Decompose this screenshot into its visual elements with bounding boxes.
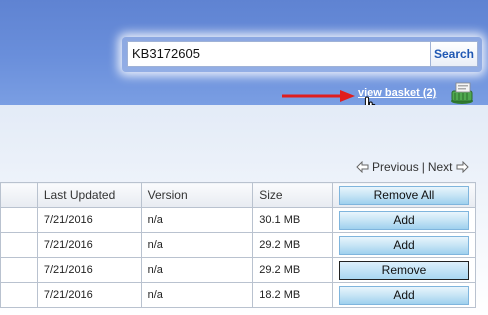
last-updated-cell: 7/21/2016	[36, 257, 142, 283]
next-arrow-icon[interactable]	[456, 161, 469, 173]
pagination: Previous | Next	[356, 159, 469, 175]
title-cell	[0, 207, 38, 233]
action-cell: Add	[332, 207, 476, 233]
action-cell: Add	[332, 282, 476, 308]
add-button[interactable]: Add	[339, 210, 469, 230]
size-cell: 30.1 MB	[252, 207, 333, 233]
column-header-title	[0, 182, 38, 208]
action-cell: Remove	[332, 257, 476, 283]
title-cell	[0, 282, 38, 308]
column-header-last-updated[interactable]: Last Updated	[36, 182, 142, 208]
next-link[interactable]: Next	[428, 160, 453, 174]
title-cell	[0, 257, 38, 283]
size-cell: 18.2 MB	[252, 282, 333, 308]
add-button[interactable]: Add	[339, 285, 469, 305]
previous-arrow-icon[interactable]	[356, 161, 369, 173]
size-cell: 29.2 MB	[252, 232, 333, 258]
version-cell: n/a	[140, 232, 254, 258]
remove-button[interactable]: Remove	[339, 260, 469, 280]
table-row: 7/21/2016 n/a 18.2 MB Add	[0, 282, 476, 308]
annotation-arrow-icon	[282, 90, 355, 102]
updates-table: Last Updated Version Size Remove All 7/2…	[0, 182, 476, 308]
version-cell: n/a	[140, 257, 254, 283]
table-header-row: Last Updated Version Size Remove All	[0, 182, 476, 208]
add-button[interactable]: Add	[339, 235, 469, 255]
version-cell: n/a	[140, 207, 254, 233]
previous-link[interactable]: Previous	[372, 160, 419, 174]
table-row: 7/21/2016 n/a 29.2 MB Add	[0, 232, 476, 258]
last-updated-cell: 7/21/2016	[36, 282, 142, 308]
size-cell: 29.2 MB	[252, 257, 333, 283]
version-cell: n/a	[140, 282, 254, 308]
last-updated-cell: 7/21/2016	[36, 207, 142, 233]
basket-icon[interactable]	[449, 79, 475, 105]
remove-all-button[interactable]: Remove All	[339, 185, 469, 205]
title-cell	[0, 232, 38, 258]
last-updated-cell: 7/21/2016	[36, 232, 142, 258]
action-cell: Add	[332, 232, 476, 258]
table-row: 7/21/2016 n/a 29.2 MB Remove	[0, 257, 476, 283]
column-header-version[interactable]: Version	[140, 182, 254, 208]
search-button[interactable]: Search	[431, 41, 478, 67]
pager-separator: |	[421, 160, 425, 174]
table-row: 7/21/2016 n/a 30.1 MB Add	[0, 207, 476, 233]
search-input[interactable]: KB3172605	[127, 41, 431, 67]
catalog-page: KB3172605 Search view basket (2) Previou…	[0, 0, 488, 315]
column-header-actions: Remove All	[332, 182, 476, 208]
column-header-size[interactable]: Size	[252, 182, 333, 208]
